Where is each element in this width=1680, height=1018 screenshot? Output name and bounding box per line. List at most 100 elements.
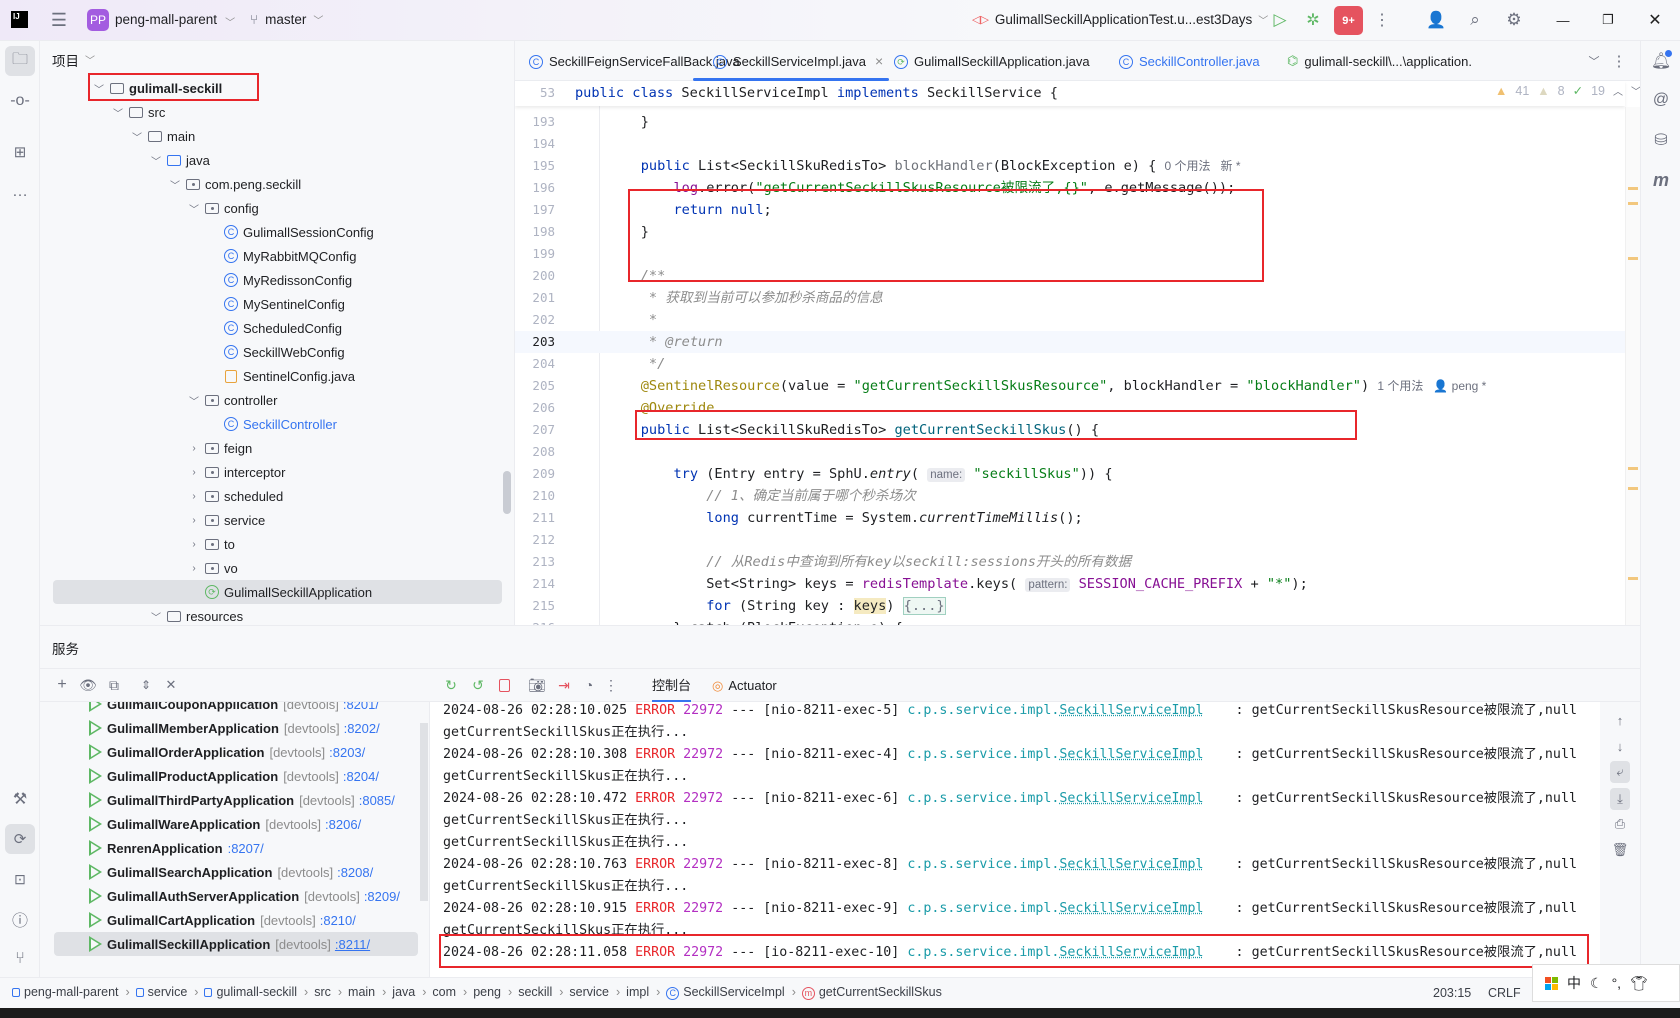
tree-item-controller[interactable]: ﹀ controller xyxy=(40,388,514,412)
service-item-gulimallmemberapplication[interactable]: GulimallMemberApplication [devtools]:8202… xyxy=(40,716,429,740)
project-tree-scrollbar[interactable] xyxy=(503,471,511,514)
tree-item-myredissonconfig[interactable]: C MyRedissonConfig xyxy=(40,268,514,292)
code-line[interactable]: 212 xyxy=(515,529,1625,551)
breadcrumb-item[interactable]: peng-mall-parent › xyxy=(12,985,130,1000)
code-line[interactable]: 205 @SentinelResource(value = "getCurren… xyxy=(515,375,1625,397)
database-icon[interactable]: ⛁ xyxy=(1646,125,1676,155)
structure-icon[interactable]: ⊞ xyxy=(5,137,35,167)
log-logger-class[interactable]: SeckillServiceImpl xyxy=(1059,703,1203,718)
breadcrumb-item[interactable]: C SeckillServiceImpl › xyxy=(666,985,796,1000)
tree-item-mysentinelconfig[interactable]: C MySentinelConfig xyxy=(40,292,514,316)
service-port-link[interactable]: :8202/ xyxy=(344,721,380,736)
breadcrumb-item[interactable]: impl › xyxy=(626,985,660,1000)
services-icon[interactable]: ⟳ xyxy=(5,824,35,854)
tree-item-sentinelconfig-java[interactable]: SentinelConfig.java xyxy=(40,364,514,388)
code-line[interactable]: 206 @Override xyxy=(515,397,1625,419)
breadcrumb-item[interactable]: java › xyxy=(392,985,426,1000)
line-ending[interactable]: CRLF xyxy=(1488,986,1521,1000)
exit-icon[interactable]: ⇥ xyxy=(554,675,574,695)
rerun-icon[interactable]: ↻ xyxy=(441,675,461,695)
editor-body[interactable]: 193 } 194 195 public List<SeckillSkuRedisT… xyxy=(515,81,1640,625)
cursor-position[interactable]: 203:15 xyxy=(1433,986,1471,1000)
trash-icon[interactable]: 🗑︎ xyxy=(1610,840,1630,860)
code-line[interactable]: 194 xyxy=(515,133,1625,155)
chevron-right-icon[interactable]: › xyxy=(188,467,200,478)
service-port-link[interactable]: :8208/ xyxy=(337,865,373,880)
code-line[interactable]: 211 long currentTime = System.currentTim… xyxy=(515,507,1625,529)
tabs-more-icon[interactable]: ⋮ xyxy=(1612,51,1627,71)
debug-icon[interactable]: ✲ xyxy=(1302,9,1324,31)
breadcrumb-item[interactable]: com › xyxy=(432,985,467,1000)
new-tab-icon[interactable]: ⧉ xyxy=(104,675,124,695)
build-hammer-icon[interactable]: ⚒ xyxy=(5,784,35,814)
breadcrumb-item[interactable]: service › xyxy=(135,985,198,1000)
project-selector[interactable]: peng-mall-parent ﹀ xyxy=(115,12,235,29)
tree-item-vo[interactable]: › vo xyxy=(40,556,514,580)
close-icon[interactable]: ✕ xyxy=(1644,9,1666,31)
chevron-right-icon[interactable]: › xyxy=(188,515,200,526)
intellij-logo-icon[interactable]: IJ xyxy=(11,11,28,28)
breadcrumb-item[interactable]: seckill › xyxy=(518,985,563,1000)
breadcrumb-item[interactable]: service › xyxy=(569,985,620,1000)
editor-vertical-scrollbar[interactable] xyxy=(1625,107,1640,625)
add-user-icon[interactable]: 👤 xyxy=(1425,9,1447,31)
branch-selector[interactable]: ⑂ master ﹀ xyxy=(250,12,323,27)
breadcrumb-item[interactable]: main › xyxy=(348,985,386,1000)
tab-actuator[interactable]: ◎ Actuator xyxy=(712,669,777,702)
tree-item-interceptor[interactable]: › interceptor xyxy=(40,460,514,484)
service-port-link[interactable]: :8207/ xyxy=(228,841,264,856)
chevron-right-icon[interactable]: › xyxy=(188,491,200,502)
service-port-link[interactable]: :8210/ xyxy=(320,913,356,928)
tree-item-java[interactable]: ﹀ java xyxy=(40,148,514,172)
breadcrumb-item[interactable]: m getCurrentSeckillSkus xyxy=(801,985,942,1000)
code-line[interactable]: 215 for (String key : keys) {...} xyxy=(515,595,1625,617)
tree-item-gulimallsessionconfig[interactable]: C GulimallSessionConfig xyxy=(40,220,514,244)
print-icon[interactable]: ⎙ xyxy=(1610,814,1630,834)
ai-assistant-icon[interactable]: @ xyxy=(1646,85,1676,115)
chevron-down-icon[interactable]: ﹀ xyxy=(188,393,200,408)
code-line[interactable]: 208 xyxy=(515,441,1625,463)
service-item-gulimallcartapplication[interactable]: GulimallCartApplication [devtools]:8210/ xyxy=(40,908,429,932)
run-config-selector[interactable]: ◁▷ GulimallSeckillApplicationTest.u...est… xyxy=(972,12,1268,27)
tab-seckillcontroller-java[interactable]: C SeckillController.java xyxy=(1119,41,1260,81)
chevron-down-icon[interactable]: ﹀ xyxy=(150,609,162,624)
more-tools-icon[interactable]: … xyxy=(5,177,35,207)
log-logger-class[interactable]: SeckillServiceImpl xyxy=(1059,945,1203,960)
collapse-all-icon[interactable]: ✕ xyxy=(161,675,181,695)
tab-seckillfeignservicefallback-java[interactable]: C SeckillFeignServiceFallBack.java xyxy=(529,41,740,81)
view-options-icon[interactable]: 👁︎ xyxy=(78,675,98,695)
services-list-scrollbar[interactable] xyxy=(420,723,428,901)
code-line[interactable]: 204 */ xyxy=(515,353,1625,375)
code-line[interactable]: 210 // 1、确定当前属于哪个秒杀场次 xyxy=(515,485,1625,507)
service-port-link[interactable]: :8211/ xyxy=(335,937,370,952)
code-line[interactable]: 203 * @return xyxy=(515,331,1625,353)
chevron-down-icon[interactable]: ﹀ xyxy=(112,105,124,120)
chevron-right-icon[interactable]: › xyxy=(188,539,200,550)
run-icon[interactable]: ▷ xyxy=(1269,9,1291,31)
tree-item-com-peng-seckill[interactable]: ﹀ com.peng.seckill xyxy=(40,172,514,196)
project-panel-title[interactable]: 项目 ﹀ xyxy=(52,50,95,70)
console-more-icon[interactable]: ⋮ xyxy=(604,675,618,695)
chevron-down-icon[interactable]: ﹀ xyxy=(188,201,200,216)
git-icon[interactable]: ⑂ xyxy=(5,944,35,974)
code-line[interactable]: 200 /** xyxy=(515,265,1625,287)
log-logger-class[interactable]: SeckillServiceImpl xyxy=(1059,857,1203,872)
tree-item-gulimall-seckill[interactable]: ﹀ gulimall-seckill xyxy=(40,76,514,100)
chevron-right-icon[interactable]: › xyxy=(188,563,200,574)
add-service-icon[interactable]: + xyxy=(52,675,72,695)
restore-icon[interactable]: ❐ xyxy=(1597,9,1619,31)
scroll-up-icon[interactable]: ↑ xyxy=(1610,710,1630,730)
rerun-failed-icon[interactable]: ↺ xyxy=(468,675,488,695)
problems-icon[interactable]: ⓘ xyxy=(5,904,35,934)
previous-highlight-icon[interactable]: ︿ xyxy=(1613,83,1623,98)
chevron-right-icon[interactable]: › xyxy=(188,443,200,454)
service-item-gulimallthirdpartyapplication[interactable]: GulimallThirdPartyApplication [devtools]:… xyxy=(40,788,429,812)
code-line[interactable]: 216 } catch (BlockException e) { xyxy=(515,617,1625,625)
notifications-icon[interactable]: 🔔︎ xyxy=(1646,46,1676,76)
run-widget-button[interactable]: 9+ xyxy=(1334,6,1363,35)
commit-icon[interactable]: -o- xyxy=(5,86,35,116)
service-port-link[interactable]: :8201/ xyxy=(343,702,379,712)
tree-item-seckillcontroller[interactable]: C SeckillController xyxy=(40,412,514,436)
tree-item-to[interactable]: › to xyxy=(40,532,514,556)
breadcrumb-item[interactable]: src › xyxy=(314,985,342,1000)
